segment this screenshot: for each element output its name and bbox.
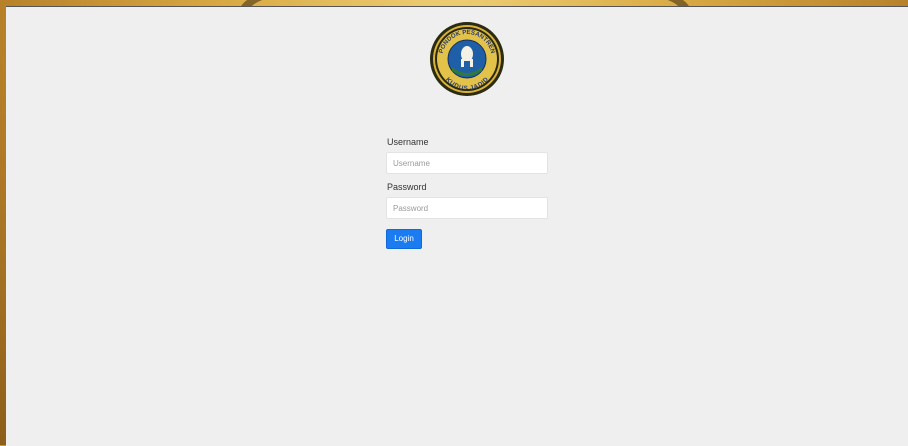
login-page: PONDOK PESANTREN KUDUS JADID Username Pa… <box>6 6 908 446</box>
username-input[interactable] <box>386 152 548 174</box>
login-button[interactable]: Login <box>386 229 422 249</box>
login-form: Username Password Login <box>386 137 548 249</box>
institution-logo: PONDOK PESANTREN KUDUS JADID <box>430 22 504 96</box>
username-label: Username <box>387 137 429 147</box>
password-label: Password <box>387 182 427 192</box>
password-input[interactable] <box>386 197 548 219</box>
